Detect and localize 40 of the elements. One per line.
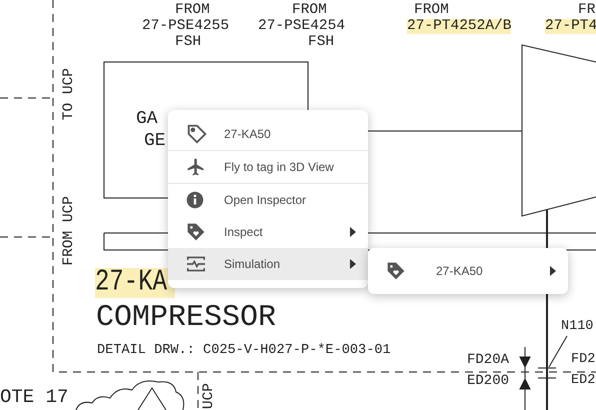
leader-line [548, 336, 568, 368]
drawing-label: ED200 [467, 374, 510, 388]
menu-item[interactable]: 27-KA50 [168, 118, 368, 150]
drawing-label: 27-KA [95, 268, 176, 298]
drawing-label: FROM [414, 3, 449, 18]
drawing-label: 27-PSE4254 [258, 19, 346, 34]
drawing-label: UCP [202, 383, 216, 410]
menu-item[interactable]: Inspect [168, 216, 368, 248]
submenu-arrow-icon [550, 266, 556, 276]
menu-item[interactable]: 27-KA50 [368, 255, 568, 287]
menu-item[interactable]: Open Inspector [168, 184, 368, 216]
drawing-label: 27-PSE4255 [142, 19, 230, 34]
drawing-label: GE [144, 132, 166, 150]
tag-icon [186, 123, 208, 145]
drawing-label: FD20A [467, 353, 510, 367]
drawing-label: FD2 [571, 353, 596, 366]
drawing-label: FROM [292, 3, 327, 18]
airplane-icon [186, 157, 206, 177]
menu-item[interactable]: Simulation [168, 248, 368, 280]
menu-item[interactable]: Fly to tag in 3D View [168, 151, 368, 183]
submenu-arrow-icon [350, 259, 356, 269]
pulse-monitor-icon [186, 255, 206, 273]
drawing-label: FROM [175, 3, 210, 18]
drawing-label: DETAIL DRW.: C025-V-H027-P-*E-003-01 [97, 344, 391, 358]
drawing-label: FSH [175, 35, 202, 50]
drawing-label: COMPRESSOR [96, 303, 276, 333]
valve-drawing [519, 346, 556, 410]
drawing-label: FSH [308, 35, 334, 50]
drawing-label: FROM UCP [62, 196, 76, 266]
drawing-label: ED2 [571, 374, 596, 388]
submenu-arrow-icon [350, 227, 356, 237]
info-icon [186, 191, 204, 209]
drawing-label: TO UCP [62, 68, 76, 120]
drawing-label: 27-PT4252A/B [407, 19, 512, 34]
drawing-label: GA [136, 110, 158, 128]
drawing-label: OTE 17 [0, 388, 68, 407]
drawing-label: N110 [561, 320, 594, 334]
drawing-label: FR [578, 3, 596, 18]
tag-heart-icon [186, 222, 206, 242]
tag-heart-icon [386, 261, 406, 281]
